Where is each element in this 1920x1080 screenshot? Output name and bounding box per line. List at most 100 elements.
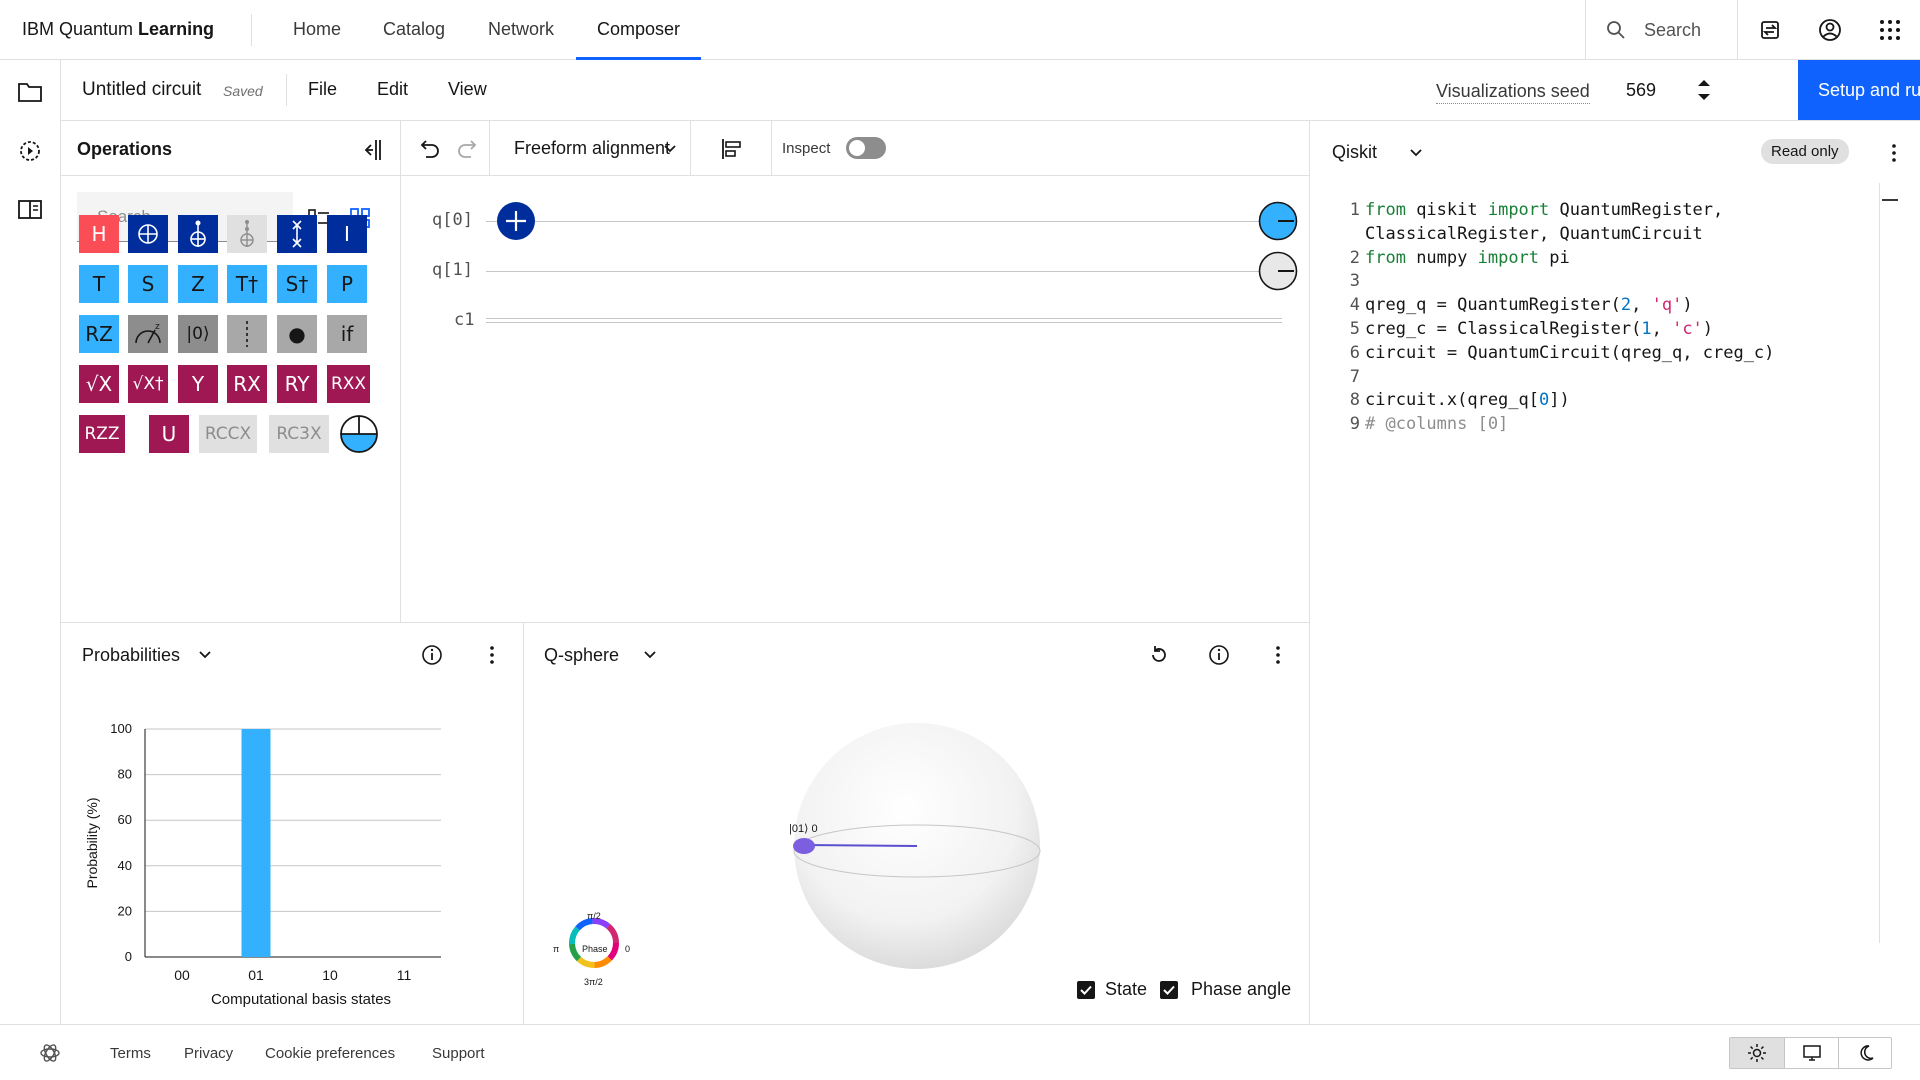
swap-gate-icon <box>285 219 309 249</box>
setup-and-run-button[interactable]: Setup and run <box>1798 60 1920 120</box>
bloch-disk-q0-icon[interactable] <box>1258 201 1298 241</box>
barrier-button[interactable] <box>227 315 267 353</box>
visualizations-seed-value[interactable]: 569 <box>1626 80 1656 101</box>
gate-ry-button[interactable]: RY <box>277 365 317 403</box>
quantum-logo-icon <box>40 1044 60 1062</box>
qsphere-state-dot[interactable] <box>793 838 815 854</box>
gate-label: √X <box>85 372 113 396</box>
chevron-down-icon[interactable] <box>642 647 658 663</box>
bloch-disk-q1-icon[interactable] <box>1258 251 1298 291</box>
footer-link-terms[interactable]: Terms <box>110 1045 151 1062</box>
phase-angle-checkbox[interactable] <box>1160 981 1178 999</box>
toffoli-gate-button[interactable] <box>178 215 218 253</box>
header-search[interactable]: Search <box>1585 0 1738 60</box>
line-number: 9 <box>1349 414 1360 435</box>
menu-edit[interactable]: Edit <box>377 79 408 100</box>
probability-bar-01 <box>241 729 271 957</box>
probabilities-title[interactable]: Probabilities <box>82 645 180 666</box>
info-icon[interactable] <box>1206 642 1232 668</box>
gate-y-button[interactable]: Y <box>178 365 218 403</box>
gate-u-button[interactable]: U <box>149 415 189 453</box>
gate-p-button[interactable]: P <box>327 265 367 303</box>
gate-rzz-button[interactable]: RZZ <box>79 415 125 453</box>
nav-network[interactable]: Network <box>474 0 568 60</box>
overflow-menu-icon[interactable] <box>1880 139 1908 167</box>
nav-home[interactable]: Home <box>276 0 358 60</box>
footer-link-support[interactable]: Support <box>432 1045 485 1062</box>
code-scrollbar-thumb[interactable] <box>1882 199 1898 201</box>
gate-t-button[interactable]: T <box>79 265 119 303</box>
gate-i-button[interactable]: I <box>327 215 367 253</box>
gate-rc3x-button[interactable]: RC3X <box>269 415 329 453</box>
nav-catalog[interactable]: Catalog <box>370 0 458 60</box>
gate-x-button[interactable]: √X <box>79 365 119 403</box>
language-dropdown[interactable]: Qiskit <box>1332 142 1377 163</box>
gate-s-button[interactable]: S† <box>277 265 317 303</box>
line-number: 5 <box>1349 318 1360 339</box>
overflow-menu-icon[interactable] <box>1265 642 1291 668</box>
cnot-gate-button[interactable] <box>128 215 168 253</box>
gate-rz-button[interactable]: RZ <box>79 315 119 353</box>
state-checkbox[interactable] <box>1077 981 1095 999</box>
gate-if-button[interactable]: if <box>327 315 367 353</box>
collapse-panel-icon[interactable] <box>359 137 385 163</box>
measure-z-icon: z <box>133 321 163 347</box>
inspect-toggle[interactable] <box>846 137 886 159</box>
overflow-menu-icon[interactable] <box>479 642 505 668</box>
circuit-name[interactable]: Untitled circuit <box>82 79 201 101</box>
x-tick-label: 01 <box>248 967 264 983</box>
info-icon[interactable] <box>419 642 445 668</box>
redo-icon[interactable] <box>454 135 482 163</box>
menu-file[interactable]: File <box>308 79 337 100</box>
qsphere-panel: Q-sphere |01⟩ 0 Phase π/2 π 0 3π/2 State… <box>524 622 1309 1024</box>
gate-t-button[interactable]: T† <box>227 265 267 303</box>
gate-label: T† <box>235 272 259 296</box>
gate-rxx-button[interactable]: RXX <box>327 365 370 403</box>
qubit-wire-q1[interactable] <box>486 271 1262 272</box>
theme-system-button[interactable] <box>1784 1038 1838 1068</box>
alignment-dropdown[interactable]: Freeform alignment <box>489 121 691 176</box>
top-header: IBM Quantum Learning Home Catalog Networ… <box>0 0 1920 60</box>
x-gate-plus-icon[interactable] <box>496 201 536 241</box>
align-left-button[interactable] <box>691 121 772 176</box>
gate-label: RCCX <box>204 424 252 444</box>
classical-wire-c1[interactable] <box>486 318 1282 323</box>
nav-composer[interactable]: Composer <box>576 0 701 60</box>
gate-h-button[interactable]: H <box>79 215 119 253</box>
custom-gate-button[interactable] <box>338 413 380 455</box>
gate-x-button[interactable]: √X† <box>128 365 168 403</box>
qsphere-title[interactable]: Q-sphere <box>544 645 619 666</box>
panel-layout-icon[interactable] <box>16 196 44 224</box>
gate-label: H <box>91 222 107 246</box>
undo-icon[interactable] <box>415 135 443 163</box>
gate--button[interactable]: ● <box>277 315 317 353</box>
controlled-gate-button[interactable] <box>227 215 267 253</box>
menu-view[interactable]: View <box>448 79 487 100</box>
swap-gate-button[interactable] <box>277 215 317 253</box>
app-switcher-icon[interactable] <box>1874 14 1906 46</box>
seed-stepper-icon[interactable] <box>1689 74 1719 106</box>
footer-link-cookies[interactable]: Cookie preferences <box>265 1045 395 1062</box>
footer-link-privacy[interactable]: Privacy <box>184 1045 233 1062</box>
folder-icon[interactable] <box>16 78 44 106</box>
code-body[interactable]: 1 from qiskit import QuantumRegister, Clas… <box>1310 199 1880 437</box>
switch-account-icon[interactable] <box>1754 14 1786 46</box>
gate-z-button[interactable]: Z <box>178 265 218 303</box>
qsphere-visualization[interactable] <box>784 713 1044 973</box>
gate-rx-button[interactable]: RX <box>227 365 267 403</box>
code-scrollbar[interactable] <box>1879 183 1880 943</box>
measure-z-button[interactable]: z <box>128 315 168 353</box>
gate-s-button[interactable]: S <box>128 265 168 303</box>
job-history-icon[interactable] <box>16 137 44 165</box>
theme-light-button[interactable] <box>1730 1038 1784 1068</box>
gate-rccx-button[interactable]: RCCX <box>199 415 257 453</box>
gate-0-button[interactable]: |0⟩ <box>178 315 218 353</box>
user-avatar-icon[interactable] <box>1814 14 1846 46</box>
chevron-down-icon[interactable] <box>197 647 213 663</box>
reset-view-icon[interactable] <box>1146 642 1172 668</box>
gate-label: RZ <box>85 322 113 346</box>
theme-dark-button[interactable] <box>1838 1038 1892 1068</box>
chevron-down-icon[interactable] <box>1408 145 1424 161</box>
qubit-wire-q0[interactable] <box>486 221 1262 222</box>
brand-logo[interactable]: IBM Quantum Learning <box>22 19 214 40</box>
